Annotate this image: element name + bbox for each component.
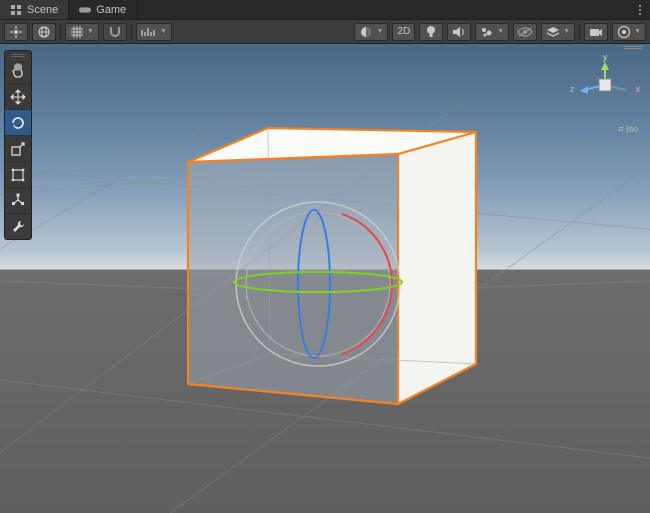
layers-button[interactable]: ▼ (541, 23, 575, 41)
lightbulb-icon (425, 25, 437, 39)
move-icon (10, 89, 26, 105)
snap-increment-button[interactable]: ▼ (136, 23, 172, 41)
gizmo-icon (617, 25, 631, 39)
scale-icon (10, 141, 26, 157)
pivot-global-button[interactable] (32, 23, 56, 41)
fx-icon (480, 26, 494, 38)
globe-icon (37, 25, 51, 39)
move-tool-button[interactable] (5, 83, 31, 109)
hand-icon (10, 62, 26, 78)
layers-icon (546, 26, 560, 38)
tab-scene-label: Scene (27, 4, 58, 16)
dropdown-caret-icon: ▼ (160, 28, 167, 35)
lighting-toggle-button[interactable] (419, 23, 443, 41)
pivot-center-button[interactable] (4, 23, 28, 41)
pivot-center-icon (9, 25, 23, 39)
game-icon (79, 4, 91, 16)
grid-icon (70, 25, 84, 39)
custom-tools-button[interactable] (5, 213, 31, 239)
transform-tool-button[interactable] (5, 187, 31, 213)
visibility-toggle-button[interactable] (513, 23, 537, 41)
draw-mode-button[interactable]: ▼ (354, 23, 388, 41)
tab-bar: Scene Game (0, 0, 650, 20)
increment-icon (141, 26, 157, 38)
selected-cube[interactable] (178, 114, 488, 424)
snap-toggle-button[interactable] (103, 23, 127, 41)
scene-toolbar: ▼ ▼ ▼ 2D ▼ ▼ ▼ (0, 20, 650, 44)
projection-label[interactable]: ≡ Iso (618, 124, 638, 134)
eye-off-icon (517, 26, 533, 38)
magnet-icon (108, 25, 122, 39)
dropdown-caret-icon: ▼ (497, 28, 504, 35)
camera-button[interactable] (584, 23, 608, 41)
tab-scene[interactable]: Scene (0, 0, 69, 19)
dropdown-caret-icon: ▼ (634, 28, 641, 35)
grid-snap-button[interactable]: ▼ (65, 23, 99, 41)
dropdown-caret-icon: ▼ (563, 28, 570, 35)
orientation-gizmo[interactable]: y z x ≡ Iso (574, 52, 636, 122)
mode-2d-button[interactable]: 2D (392, 23, 415, 41)
mode-2d-label: 2D (397, 26, 410, 37)
rotate-icon (10, 115, 26, 131)
camera-icon (589, 26, 603, 38)
fx-toggle-button[interactable]: ▼ (475, 23, 509, 41)
dropdown-caret-icon: ▼ (376, 28, 383, 35)
gizmos-button[interactable]: ▼ (612, 23, 646, 41)
scene-viewport[interactable]: y z x ≡ Iso (0, 44, 650, 513)
axis-label-x: x (636, 84, 641, 94)
dropdown-caret-icon: ▼ (87, 28, 94, 35)
audio-toggle-button[interactable] (447, 23, 471, 41)
gizmo-grip[interactable] (624, 46, 642, 50)
transform-icon (10, 193, 26, 209)
hand-tool-button[interactable] (5, 57, 31, 83)
shaded-icon (359, 25, 373, 39)
rect-icon (10, 167, 26, 183)
scale-tool-button[interactable] (5, 135, 31, 161)
scene-icon (10, 4, 22, 16)
rotate-tool-button[interactable] (5, 109, 31, 135)
tab-menu-button[interactable] (630, 0, 650, 19)
wrench-icon (10, 219, 26, 235)
audio-icon (452, 26, 466, 38)
tab-game-label: Game (96, 4, 126, 16)
rect-tool-button[interactable] (5, 161, 31, 187)
tool-strip (4, 50, 32, 240)
kebab-icon (639, 5, 641, 15)
tab-game[interactable]: Game (69, 0, 137, 19)
